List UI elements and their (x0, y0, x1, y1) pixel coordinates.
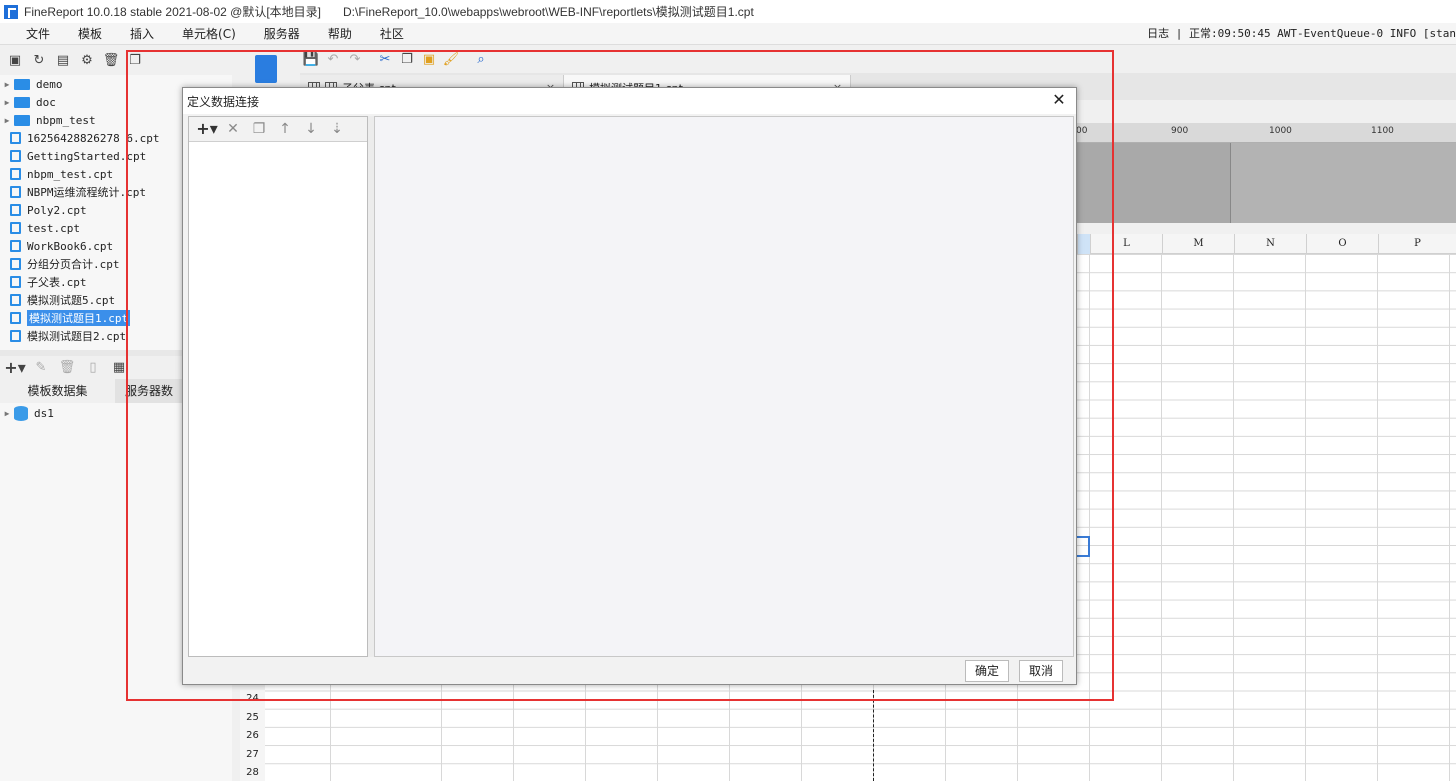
expand-arrow-icon[interactable]: ▶ (0, 409, 14, 418)
delete-icon[interactable]: 🗑 (100, 49, 122, 71)
cpt-file-icon (10, 312, 21, 324)
cpt-file-icon (10, 168, 21, 180)
tree-item-label: 子父表.cpt (27, 276, 87, 289)
tree-item-label: Poly2.cpt (27, 203, 87, 217)
menu-server[interactable]: 服务器 (252, 25, 312, 42)
page-preview-next (1230, 143, 1456, 223)
window-file-path: D:\FineReport_10.0\webapps\webroot\WEB-I… (343, 5, 754, 19)
cpt-file-icon (10, 258, 21, 270)
dialog-title-bar[interactable]: 定义数据连接 ✕ (183, 88, 1076, 114)
ok-button[interactable]: 确定 (965, 660, 1009, 682)
tab-template-dataset[interactable]: 模板数据集 (0, 379, 115, 403)
tree-item-label: nbpm_test.cpt (27, 167, 114, 181)
tree-item-label: test.cpt (27, 221, 80, 235)
move-up-icon[interactable]: ↑ (273, 119, 297, 139)
status-log-line[interactable]: 日志 | 正常:09:50:45 AWT-EventQueue-0 INFO [… (1147, 23, 1456, 45)
column-header-cell[interactable]: N (1234, 234, 1306, 254)
row-header: 24 25 26 27 28 (240, 690, 265, 781)
tree-item-label: 模拟测试题目2.cpt (27, 330, 127, 343)
move-down-icon[interactable]: ↓ (299, 119, 323, 139)
window-title: FineReport 10.0.18 stable 2021-08-02 @默认… (24, 5, 321, 19)
connection-detail-panel (374, 116, 1074, 657)
cpt-file-icon (10, 240, 21, 252)
dataset-item-label: ds1 (34, 406, 54, 420)
tree-item-label: 模拟测试题目1.cpt (27, 310, 131, 326)
database-icon (14, 405, 28, 421)
connection-list-toolbar: +▾ ✕ ❐ ↑ ↓ ⇣ (189, 117, 367, 142)
cpt-file-icon (10, 276, 21, 288)
remove-icon[interactable]: ✕ (221, 119, 245, 139)
tree-item-label: doc (36, 95, 56, 109)
column-header-cell[interactable]: O (1306, 234, 1378, 254)
tree-item-label: nbpm_test (36, 113, 96, 127)
folder-icon (14, 96, 30, 108)
cpt-file-icon (10, 132, 21, 144)
preview-icon[interactable]: ▯ (82, 356, 104, 378)
menu-help[interactable]: 帮助 (316, 25, 364, 42)
open-icon[interactable]: ▤ (52, 49, 74, 71)
row-number[interactable]: 26 (240, 727, 265, 746)
expand-arrow-icon[interactable]: ▶ (0, 80, 14, 89)
column-header-cell[interactable]: P (1378, 234, 1456, 254)
tree-item-label: 分组分页合计.cpt (27, 258, 120, 271)
finereport-logo-icon (4, 4, 18, 19)
add-dataset-icon[interactable]: +▾ (4, 356, 26, 378)
row-number[interactable]: 25 (240, 709, 265, 728)
define-data-connection-dialog: 定义数据连接 ✕ +▾ ✕ ❐ ↑ ↓ ⇣ 确定 取消 (182, 87, 1077, 685)
cpt-file-icon (10, 294, 21, 306)
dialog-title: 定义数据连接 (187, 95, 260, 109)
row-number[interactable]: 27 (240, 746, 265, 765)
settings-icon[interactable]: ⚙ (76, 49, 98, 71)
sort-icon[interactable]: ⇣ (325, 119, 349, 139)
row-number[interactable]: 28 (240, 764, 265, 781)
expand-arrow-icon[interactable]: ▶ (0, 116, 14, 125)
ruler-tick: 1100 (1371, 126, 1394, 136)
expand-arrow-icon[interactable]: ▶ (0, 98, 14, 107)
delete-icon[interactable]: 🗑 (56, 356, 78, 378)
copy-icon[interactable]: ❐ (247, 119, 271, 139)
cpt-file-icon (10, 330, 21, 342)
window-title-bar: FineReport 10.0.18 stable 2021-08-02 @默认… (0, 0, 1456, 23)
menu-insert[interactable]: 插入 (118, 25, 166, 42)
folder-icon (14, 78, 30, 90)
connection-list-panel: +▾ ✕ ❐ ↑ ↓ ⇣ (188, 116, 368, 657)
ruler-tick: 1000 (1269, 126, 1292, 136)
folder-icon (14, 114, 30, 126)
cpt-file-icon (10, 204, 21, 216)
new-folder-icon[interactable]: ▣ (4, 49, 26, 71)
menu-file[interactable]: 文件 (14, 25, 62, 42)
cancel-button[interactable]: 取消 (1019, 660, 1063, 682)
cpt-file-icon (10, 222, 21, 234)
cpt-file-icon (10, 150, 21, 162)
cpt-file-icon (10, 186, 21, 198)
column-header-cell[interactable]: M (1162, 234, 1234, 254)
ruler-tick: 900 (1171, 126, 1189, 136)
menu-template[interactable]: 模板 (66, 25, 114, 42)
refresh-icon[interactable]: ↻ (28, 49, 50, 71)
close-icon[interactable]: ✕ (1050, 91, 1068, 109)
tree-item-label: demo (36, 77, 63, 91)
menu-community[interactable]: 社区 (368, 25, 416, 42)
tree-item-label: 模拟测试题5.cpt (27, 294, 116, 307)
edit-icon[interactable]: ✎ (30, 356, 52, 378)
add-connection-icon[interactable]: +▾ (195, 119, 219, 139)
tree-item-label: WorkBook6.cpt (27, 239, 114, 253)
menu-cell[interactable]: 单元格(C) (170, 25, 248, 42)
page-break-line (873, 690, 874, 781)
